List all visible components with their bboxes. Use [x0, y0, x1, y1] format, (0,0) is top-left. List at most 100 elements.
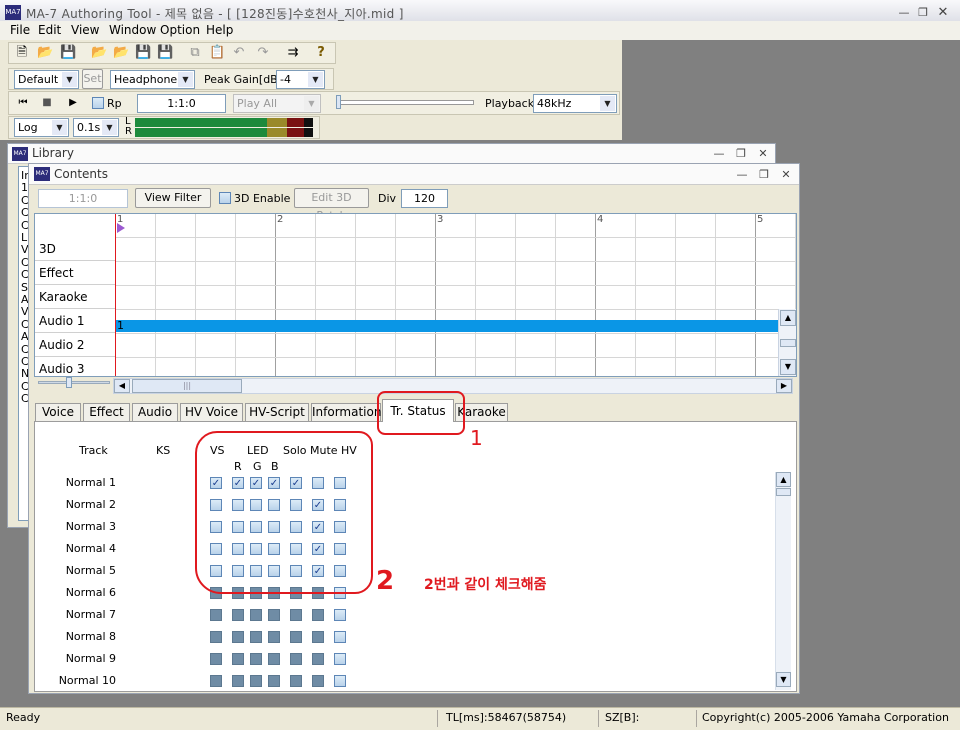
view-filter-button[interactable]: View Filter: [135, 188, 211, 208]
paste-icon[interactable]: 📋: [209, 45, 225, 61]
minimize-icon[interactable]: —: [712, 147, 726, 161]
track-hv-checkbox[interactable]: [334, 631, 346, 643]
set-button[interactable]: Set: [82, 69, 103, 89]
tab-hv-script[interactable]: HV-Script: [245, 403, 309, 421]
menu-edit[interactable]: Edit: [38, 23, 61, 37]
track-hv-checkbox[interactable]: [334, 653, 346, 665]
track-g-checkbox[interactable]: [250, 653, 262, 665]
tab-effect[interactable]: Effect: [83, 403, 130, 421]
scroll-down-icon[interactable]: ▼: [780, 359, 796, 375]
track-mute-checkbox[interactable]: [312, 653, 324, 665]
position-field[interactable]: 1:1:0: [137, 94, 226, 113]
open-blue-icon[interactable]: 📂: [113, 45, 129, 61]
div-field[interactable]: 120: [401, 189, 448, 208]
library-item[interactable]: 1: [21, 181, 28, 194]
save-red-icon[interactable]: 💾: [157, 45, 173, 61]
output-select[interactable]: Headphone ▼: [110, 70, 195, 89]
track-vs-checkbox[interactable]: [210, 675, 222, 687]
track-mute-checkbox[interactable]: [312, 675, 324, 687]
track-solo-checkbox[interactable]: [290, 653, 302, 665]
close-icon[interactable]: ✕: [756, 147, 770, 161]
track-r-checkbox[interactable]: [232, 631, 244, 643]
3d-enable-checkbox[interactable]: [219, 192, 231, 204]
scale-select[interactable]: Log ▼: [14, 118, 69, 137]
track-r-checkbox[interactable]: [232, 609, 244, 621]
track-b-checkbox[interactable]: [268, 609, 280, 621]
grid-vertical-scrollbar[interactable]: ▲ ▼: [778, 309, 796, 376]
zoom-slider-track[interactable]: [38, 381, 110, 384]
track-g-checkbox[interactable]: [250, 631, 262, 643]
playback-slider-handle[interactable]: [336, 95, 341, 109]
redo-icon[interactable]: ↷: [255, 45, 271, 61]
row-effect[interactable]: Effect: [35, 261, 115, 285]
timeline-grid[interactable]: 1 2 3 4 5 3D Effect Karaoke Audio 1 Audi…: [34, 213, 797, 377]
panel-vertical-scrollbar[interactable]: ▲ ▼: [775, 472, 791, 690]
tab-tr-status[interactable]: Tr. Status: [382, 399, 454, 422]
library-item[interactable]: S: [21, 281, 28, 294]
track-hv-checkbox[interactable]: [334, 675, 346, 687]
track-vs-checkbox[interactable]: [210, 631, 222, 643]
close-icon[interactable]: ✕: [779, 168, 793, 182]
rewind-icon[interactable]: ⏮: [15, 95, 31, 111]
row-karaoke[interactable]: Karaoke: [35, 285, 115, 309]
library-title-bar[interactable]: MA7 Library — ❐ ✕: [8, 144, 775, 164]
stop-icon[interactable]: ■: [39, 95, 55, 111]
contents-position-field[interactable]: 1:1:0: [38, 189, 128, 208]
playhead[interactable]: [115, 214, 116, 376]
interval-select[interactable]: 0.1s ▼: [73, 118, 119, 137]
track-solo-checkbox[interactable]: [290, 631, 302, 643]
peak-gain-select[interactable]: -4 ▼: [276, 70, 325, 89]
edit-3d-patch-button[interactable]: Edit 3D Patch: [294, 188, 369, 222]
tab-information[interactable]: Information: [311, 403, 381, 421]
tab-hv-voice[interactable]: HV Voice: [180, 403, 243, 421]
open-folder-icon[interactable]: 📂: [37, 45, 53, 61]
library-item[interactable]: L: [21, 231, 27, 244]
undo-icon[interactable]: ↶: [231, 45, 247, 61]
menu-help[interactable]: Help: [206, 23, 233, 37]
help-icon[interactable]: ?: [313, 45, 329, 61]
scroll-left-icon[interactable]: ◀: [114, 379, 130, 393]
save-icon[interactable]: 💾: [60, 45, 76, 61]
track-solo-checkbox[interactable]: [290, 609, 302, 621]
minimize-icon[interactable]: —: [897, 6, 911, 20]
transfer-icon[interactable]: ⇉: [285, 45, 301, 61]
menu-view[interactable]: View: [71, 23, 99, 37]
scroll-right-icon[interactable]: ▶: [776, 379, 792, 393]
scroll-thumb[interactable]: [776, 488, 791, 496]
close-icon[interactable]: ✕: [936, 6, 950, 20]
track-b-checkbox[interactable]: [268, 631, 280, 643]
scroll-h-thumb[interactable]: |||: [132, 379, 242, 393]
track-g-checkbox[interactable]: [250, 675, 262, 687]
tab-voice[interactable]: Voice: [35, 403, 81, 421]
rate-select[interactable]: 48kHz ▼: [533, 94, 617, 113]
track-r-checkbox[interactable]: [232, 653, 244, 665]
track-solo-checkbox[interactable]: [290, 675, 302, 687]
row-audio-1[interactable]: Audio 1: [35, 309, 115, 333]
scroll-thumb[interactable]: [780, 339, 796, 347]
tab-audio[interactable]: Audio: [132, 403, 178, 421]
row-3d[interactable]: 3D: [35, 237, 115, 261]
track-mute-checkbox[interactable]: [312, 631, 324, 643]
minimize-icon[interactable]: —: [735, 168, 749, 182]
menu-window[interactable]: Window: [109, 23, 156, 37]
track-vs-checkbox[interactable]: [210, 609, 222, 621]
restore-icon[interactable]: ❐: [916, 6, 930, 20]
track-vs-checkbox[interactable]: [210, 653, 222, 665]
scroll-up-icon[interactable]: ▲: [776, 472, 791, 487]
restore-icon[interactable]: ❐: [734, 147, 748, 161]
new-file-icon[interactable]: 🗎: [14, 45, 30, 61]
track-r-checkbox[interactable]: [232, 675, 244, 687]
scroll-up-icon[interactable]: ▲: [780, 310, 796, 326]
track-g-checkbox[interactable]: [250, 609, 262, 621]
menu-file[interactable]: File: [10, 23, 30, 37]
rp-checkbox[interactable]: [92, 97, 104, 109]
track-hv-checkbox[interactable]: [334, 609, 346, 621]
preset-select[interactable]: Default ▼: [14, 70, 79, 89]
row-audio-3[interactable]: Audio 3: [35, 357, 115, 376]
playback-slider-track[interactable]: [336, 100, 474, 105]
menu-option[interactable]: Option: [160, 23, 200, 37]
restore-icon[interactable]: ❐: [757, 168, 771, 182]
open-green-icon[interactable]: 📂: [91, 45, 107, 61]
play-icon[interactable]: ▶: [65, 95, 81, 111]
track-b-checkbox[interactable]: [268, 675, 280, 687]
